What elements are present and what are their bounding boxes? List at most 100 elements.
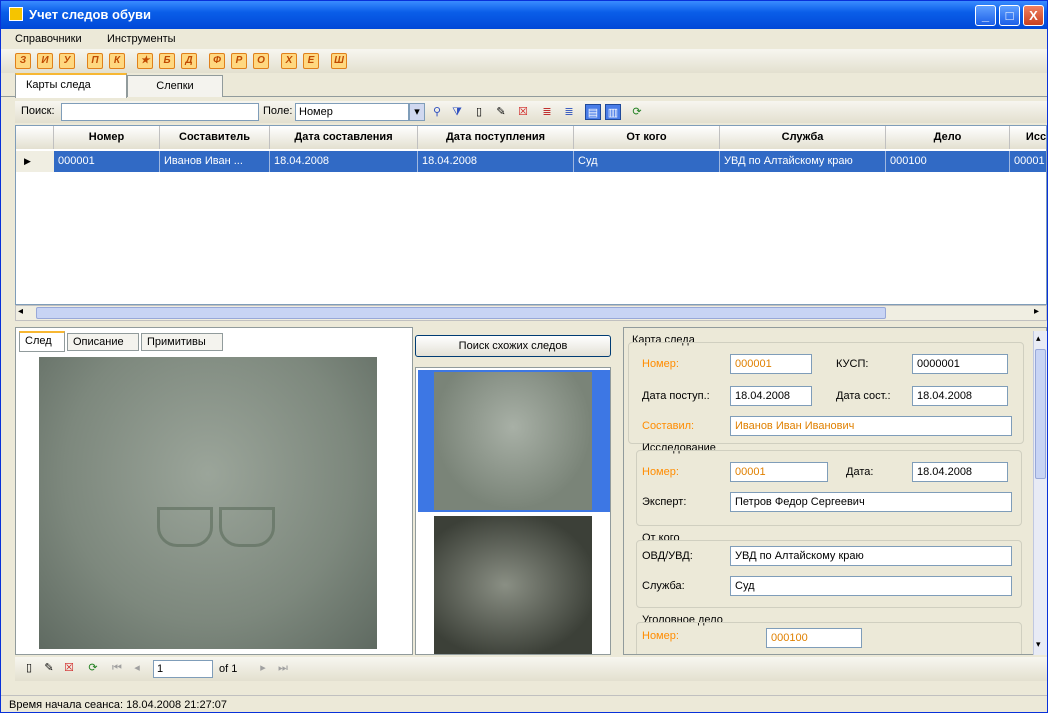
col-service[interactable]: Служба — [720, 126, 886, 149]
row-selector-icon[interactable]: ▶ — [16, 151, 54, 172]
toolbar-button-9[interactable]: Ф — [209, 53, 225, 69]
date-received-field[interactable]: 18.04.2008 — [730, 386, 812, 406]
search-input[interactable] — [61, 103, 259, 121]
close-button[interactable]: X — [1023, 5, 1044, 26]
new-icon[interactable]: ▯ — [471, 104, 487, 120]
window-title: Учет следов обуви — [29, 7, 152, 22]
toolbar-button-12[interactable]: Х — [281, 53, 297, 69]
binoculars-icon[interactable]: ⚲ — [429, 104, 445, 120]
toolbar-button-3[interactable]: У — [59, 53, 75, 69]
ovd-field[interactable]: УВД по Алтайскому краю — [730, 546, 1012, 566]
next-record-icon[interactable]: ▸ — [255, 660, 271, 676]
cell-number[interactable]: 000001 — [54, 151, 160, 172]
col-date-received[interactable]: Дата поступления — [418, 126, 574, 149]
field-select[interactable]: Номер — [295, 103, 409, 121]
toolbar-button-2[interactable]: И — [37, 53, 53, 69]
toolbar-button-1[interactable]: З — [15, 53, 31, 69]
record-navigator: ▯ ✎ ☒ ⟳ ⏮ ◂ 1 of 1 ▸ ⏭ — [15, 657, 1047, 681]
col-date-composed[interactable]: Дата составления — [270, 126, 418, 149]
composer-label: Составил: — [642, 420, 695, 432]
col-research[interactable]: Иссл — [1010, 126, 1046, 149]
maximize-button[interactable]: □ — [999, 5, 1020, 26]
edit-icon[interactable]: ✎ — [493, 104, 509, 120]
scroll-down-icon[interactable]: ▾ — [1036, 639, 1041, 650]
similar-track-thumb-2[interactable] — [434, 516, 592, 654]
prev-record-icon[interactable]: ◂ — [129, 660, 145, 676]
composer-field[interactable]: Иванов Иван Иванович — [730, 416, 1012, 436]
kusp-field[interactable]: 0000001 — [912, 354, 1008, 374]
col-from[interactable]: От кого — [574, 126, 720, 149]
toolbar-button-11[interactable]: О — [253, 53, 269, 69]
cell-composer[interactable]: Иванов Иван ... — [160, 151, 270, 172]
tab-description[interactable]: Описание — [67, 333, 139, 351]
star-icon[interactable]: ★ — [137, 53, 153, 69]
similar-tracks-list[interactable] — [415, 367, 611, 655]
toolbar-button-7[interactable]: Б — [159, 53, 175, 69]
vscroll-thumb[interactable] — [1035, 349, 1046, 479]
tab-primitives[interactable]: Примитивы — [141, 333, 223, 351]
toolbar-button-5[interactable]: К — [109, 53, 125, 69]
case-number-field[interactable]: 000100 — [766, 628, 862, 648]
similar-track-thumb-1[interactable] — [434, 372, 592, 510]
title-bar[interactable]: Учет следов обуви _ □ X — [1, 1, 1047, 29]
kusp-label: КУСП: — [836, 358, 869, 370]
cell-research[interactable]: 00001 — [1010, 151, 1046, 172]
record-count-label: of 1 — [219, 663, 238, 675]
scroll-left-icon[interactable]: ◂ — [18, 306, 23, 317]
table-row[interactable]: ▶ 000001 Иванов Иван ... 18.04.2008 18.0… — [16, 151, 1046, 172]
search-toolbar: Поиск: Поле: Номер ▾ ⚲ ⧩ ▯ ✎ ☒ ≣ ≣ ▤ ▥ ⟳ — [15, 101, 1047, 123]
cell-date-received[interactable]: 18.04.2008 — [418, 151, 574, 172]
chevron-down-icon[interactable]: ▾ — [409, 103, 425, 121]
toolbar-button-8[interactable]: Д — [181, 53, 197, 69]
app-icon — [9, 7, 23, 21]
col-composer[interactable]: Составитель — [160, 126, 270, 149]
tab-track-cards[interactable]: Карты следа — [15, 73, 127, 98]
delete-icon[interactable]: ☒ — [515, 104, 531, 120]
cell-case[interactable]: 000100 — [886, 151, 1010, 172]
find-similar-button[interactable]: Поиск схожих следов — [415, 335, 611, 357]
toolbar-button-4[interactable]: П — [87, 53, 103, 69]
filter-icon[interactable]: ⧩ — [449, 104, 465, 120]
cell-from[interactable]: Суд — [574, 151, 720, 172]
ovd-label: ОВД/УВД: — [642, 550, 693, 562]
menu-references[interactable]: Справочники — [15, 33, 82, 45]
expert-field[interactable]: Петров Федор Сергеевич — [730, 492, 1012, 512]
view-single-icon[interactable]: ▤ — [585, 104, 601, 120]
scroll-up-icon[interactable]: ▴ — [1036, 333, 1041, 344]
refresh-icon[interactable]: ⟳ — [629, 104, 645, 120]
view-double-icon[interactable]: ▥ — [605, 104, 621, 120]
print-mark-left — [157, 507, 213, 547]
toolbar-button-14[interactable]: Ш — [331, 53, 347, 69]
menu-tools[interactable]: Инструменты — [107, 33, 176, 45]
service-field[interactable]: Суд — [730, 576, 1012, 596]
cell-service[interactable]: УВД по Алтайскому краю — [720, 151, 886, 172]
nav-delete-icon[interactable]: ☒ — [61, 660, 77, 676]
list-alt-icon[interactable]: ≣ — [561, 104, 577, 120]
last-record-icon[interactable]: ⏭ — [275, 660, 291, 676]
nav-new-icon[interactable]: ▯ — [21, 660, 37, 676]
nav-edit-icon[interactable]: ✎ — [41, 660, 57, 676]
tab-casts[interactable]: Слепки — [127, 75, 223, 97]
toolbar-button-13[interactable]: Е — [303, 53, 319, 69]
col-case[interactable]: Дело — [886, 126, 1010, 149]
scroll-right-icon[interactable]: ▸ — [1034, 306, 1039, 317]
first-record-icon[interactable]: ⏮ — [109, 660, 125, 676]
record-position-input[interactable]: 1 — [153, 660, 213, 678]
dictionary-toolbar: З И У П К ★ Б Д Ф Р О Х Е Ш — [1, 49, 1047, 73]
cell-date-composed[interactable]: 18.04.2008 — [270, 151, 418, 172]
list-icon[interactable]: ≣ — [539, 104, 555, 120]
minimize-button[interactable]: _ — [975, 5, 996, 26]
grid-horizontal-scrollbar[interactable]: ◂ ▸ — [15, 305, 1047, 321]
toolbar-button-10[interactable]: Р — [231, 53, 247, 69]
date-composed-field[interactable]: 18.04.2008 — [912, 386, 1008, 406]
tab-track[interactable]: След — [19, 331, 65, 352]
research-date-label: Дата: — [846, 466, 874, 478]
col-number[interactable]: Номер — [54, 126, 160, 149]
nav-refresh-icon[interactable]: ⟳ — [85, 660, 101, 676]
shoe-print-image[interactable] — [39, 357, 377, 649]
scroll-thumb[interactable] — [36, 307, 886, 319]
research-number-field[interactable]: 00001 — [730, 462, 828, 482]
research-date-field[interactable]: 18.04.2008 — [912, 462, 1008, 482]
details-vertical-scrollbar[interactable]: ▴ ▾ — [1033, 331, 1047, 655]
card-number-field[interactable]: 000001 — [730, 354, 812, 374]
